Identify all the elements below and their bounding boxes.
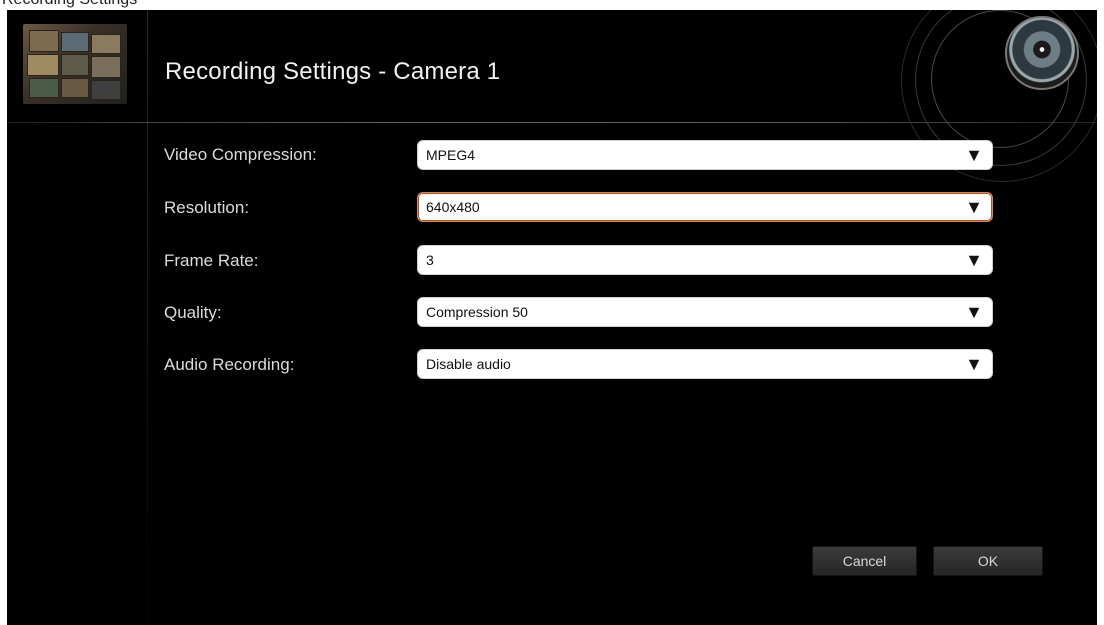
- video-compression-label: Video Compression:: [164, 145, 317, 164]
- frame-rate-select[interactable]: 3 ▼: [417, 245, 993, 275]
- resolution-label: Resolution:: [164, 198, 250, 217]
- quality-label: Quality:: [164, 303, 222, 322]
- page-title: Recording Settings - Camera 1: [165, 58, 501, 85]
- frame-rate-value: 3: [426, 252, 434, 268]
- audio-recording-select[interactable]: Disable audio ▼: [417, 349, 993, 379]
- audio-recording-value: Disable audio: [426, 356, 511, 372]
- quality-select[interactable]: Compression 50 ▼: [417, 297, 993, 327]
- settings-screen: Recording Settings - Camera 1 Video Comp…: [7, 10, 1097, 625]
- audio-recording-label: Audio Recording:: [164, 355, 295, 374]
- frame-rate-label: Frame Rate:: [164, 251, 259, 270]
- dropdown-arrow-icon: ▼: [965, 250, 983, 270]
- quality-value: Compression 50: [426, 304, 528, 320]
- window-top-strip: Recording Settings: [0, 0, 1104, 10]
- resolution-select[interactable]: 640x480 ▼: [417, 192, 993, 222]
- cancel-button[interactable]: Cancel: [812, 546, 917, 576]
- video-compression-select[interactable]: MPEG4 ▼: [417, 140, 993, 170]
- resolution-value: 640x480: [426, 199, 480, 215]
- window-title: Recording Settings: [2, 0, 137, 9]
- dropdown-arrow-icon: ▼: [965, 354, 983, 374]
- dropdown-arrow-icon: ▼: [965, 145, 983, 165]
- vertical-divider: [147, 10, 148, 625]
- video-compression-value: MPEG4: [426, 147, 476, 163]
- camera-wall-icon: [23, 24, 127, 104]
- dropdown-arrow-icon: ▼: [965, 197, 983, 217]
- camera-lens-icon: [1005, 16, 1079, 90]
- dropdown-arrow-icon: ▼: [965, 302, 983, 322]
- ok-button[interactable]: OK: [933, 546, 1043, 576]
